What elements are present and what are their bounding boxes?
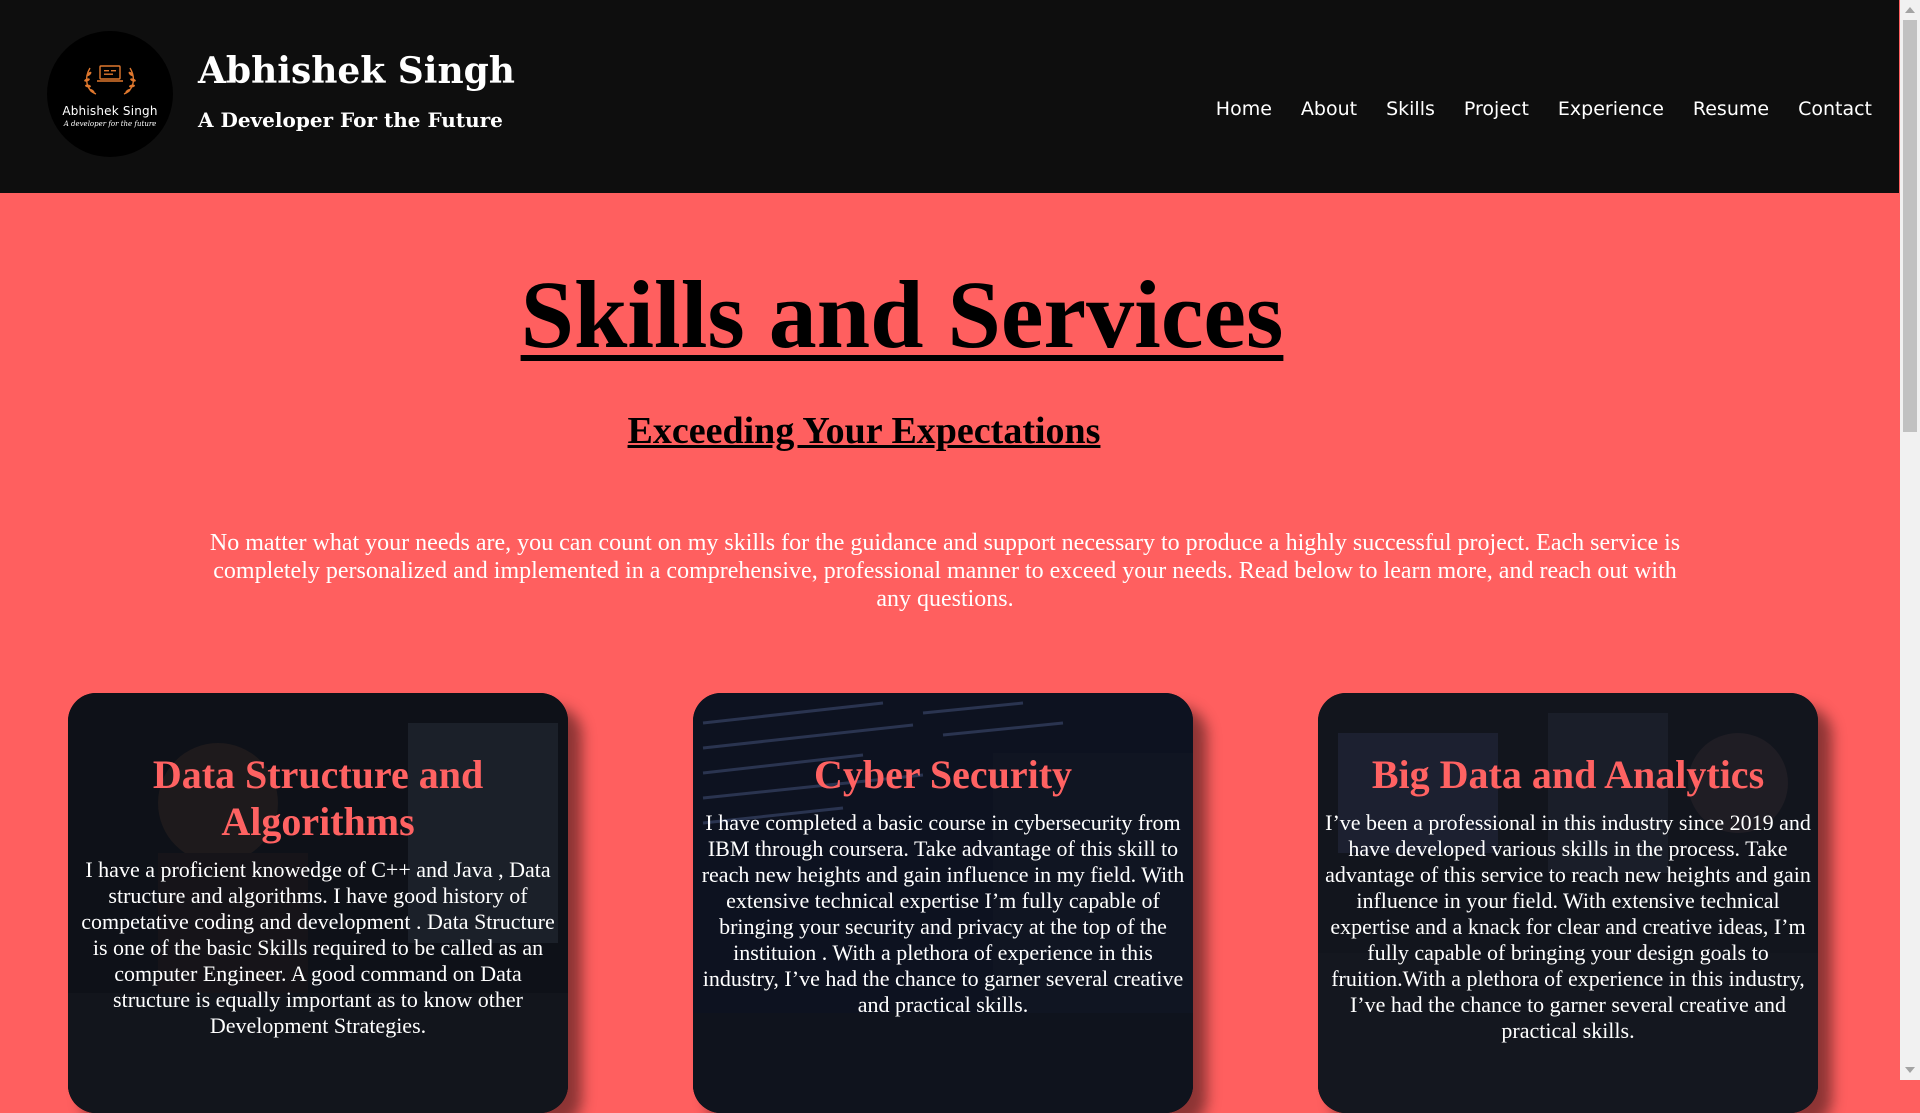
nav-contact[interactable]: Contact: [1798, 98, 1872, 120]
nav-experience[interactable]: Experience: [1558, 98, 1664, 120]
nav-about[interactable]: About: [1301, 98, 1357, 120]
service-card-cyber-security[interactable]: Cyber Security I have completed a basic …: [693, 693, 1193, 1113]
skills-section: Skills and Services Exceeding Your Expec…: [5, 193, 1899, 1113]
card-content: Cyber Security I have completed a basic …: [693, 751, 1193, 1018]
card-text: I have completed a basic course in cyber…: [701, 810, 1185, 1017]
service-card-dsa[interactable]: Data Structure and Algorithms I have a p…: [68, 693, 568, 1113]
nav-skills[interactable]: Skills: [1386, 98, 1435, 120]
site-logo[interactable]: Abhishek Singh A developer for the futur…: [47, 31, 173, 157]
scrollbar-thumb[interactable]: [1903, 20, 1917, 432]
card-title: Big Data and Analytics: [1371, 752, 1765, 797]
logo-name: Abhishek Singh: [62, 104, 158, 118]
laptop-laurel-icon: [84, 65, 136, 95]
card-title: Cyber Security: [813, 752, 1073, 797]
scroll-up-arrow-icon[interactable]: [1905, 7, 1915, 13]
section-subtitle: Exceeding Your Expectations: [627, 410, 1101, 452]
section-title: Skills and Services: [520, 261, 1284, 368]
site-header: Abhishek Singh A developer for the futur…: [0, 0, 1899, 193]
nav-project[interactable]: Project: [1464, 98, 1529, 120]
card-content: Big Data and Analytics I’ve been a profe…: [1318, 751, 1818, 1044]
scroll-down-arrow-icon[interactable]: [1905, 1067, 1915, 1073]
nav-home[interactable]: Home: [1216, 98, 1272, 120]
main-nav: Home About Skills Project Experience Res…: [1216, 98, 1872, 120]
card-text: I have a proficient knowedge of C++ and …: [81, 857, 555, 1038]
card-title: Data Structure and Algorithms: [152, 752, 484, 844]
nav-resume[interactable]: Resume: [1693, 98, 1769, 120]
logo-tagline: A developer for the future: [63, 120, 157, 128]
card-content: Data Structure and Algorithms I have a p…: [68, 751, 568, 1039]
vertical-scrollbar[interactable]: [1900, 0, 1920, 1080]
site-tagline: A Developer For the Future: [198, 108, 503, 132]
service-card-big-data[interactable]: Big Data and Analytics I’ve been a profe…: [1318, 693, 1818, 1113]
intro-paragraph: No matter what your needs are, you can c…: [209, 530, 1681, 612]
site-name[interactable]: Abhishek Singh: [198, 50, 515, 92]
card-text: I’ve been a professional in this industr…: [1325, 810, 1811, 1043]
